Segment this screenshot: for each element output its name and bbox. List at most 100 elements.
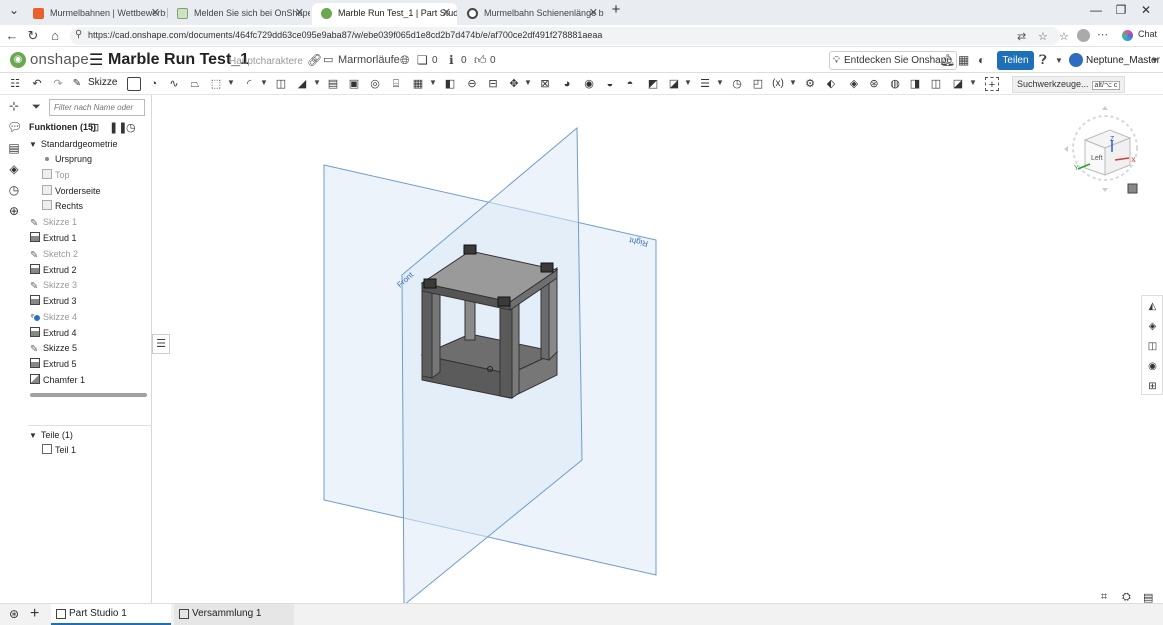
plane-icon[interactable]: ◩: [646, 77, 660, 91]
rollback-bar[interactable]: [30, 393, 147, 397]
link-icon[interactable]: 🔗︎: [307, 53, 322, 67]
document-title[interactable]: Marble Run Test_1: [108, 51, 249, 69]
new-folder-icon[interactable]: ⊡: [90, 121, 99, 134]
parts-group[interactable]: ▼ Teile (1): [29, 428, 73, 442]
browser-tab-2[interactable]: Marble Run Test_1 | Part Studio 1 ✕: [312, 3, 457, 25]
redo-icon[interactable]: ↷: [51, 77, 65, 91]
onshape-logo-text[interactable]: onshape: [30, 51, 89, 68]
default-geometry-group[interactable]: ▼ Standardgeometrie: [29, 137, 117, 151]
reload-icon[interactable]: ↻: [25, 28, 41, 44]
feature-item[interactable]: Ursprung: [42, 152, 92, 166]
bookmark-star-icon[interactable]: ☆: [1038, 30, 1048, 43]
help-dropdown-icon[interactable]: ▼: [1055, 56, 1063, 65]
dropdown-caret-icon[interactable]: ▼: [524, 78, 532, 87]
globe-icon[interactable]: 🌐︎: [400, 53, 410, 68]
hamburger-menu-icon[interactable]: ☰: [89, 50, 103, 70]
notifications-bell-icon[interactable]: 🔔︎: [940, 53, 955, 67]
section-icon[interactable]: ◰: [751, 77, 765, 91]
custom-feature-icon[interactable]: +: [985, 77, 999, 91]
app-store-icon[interactable]: ▦: [958, 53, 969, 67]
fillet-icon[interactable]: ◜: [242, 77, 256, 91]
derived-icon[interactable]: ⚙: [803, 77, 817, 91]
extrude-icon[interactable]: [127, 77, 141, 91]
feature-item[interactable]: Extrud 4: [30, 326, 77, 340]
dropdown-caret-icon[interactable]: ▼: [684, 78, 692, 87]
copilot-icon[interactable]: [1122, 30, 1133, 41]
appearance-icon[interactable]: ◈: [7, 162, 21, 176]
rotate-up-icon[interactable]: [1102, 106, 1108, 110]
dropdown-caret-icon[interactable]: ▼: [260, 78, 268, 87]
user-dropdown-icon[interactable]: ▼: [1151, 56, 1159, 65]
feature-item[interactable]: Extrud 3: [30, 294, 77, 308]
feature-item[interactable]: Extrud 1: [30, 231, 77, 245]
filter-icon[interactable]: ⏷: [32, 101, 41, 114]
part-item[interactable]: Teil 1: [42, 443, 76, 457]
pause-icon[interactable]: ❚❚: [109, 121, 127, 134]
sketch-button[interactable]: Skizze: [88, 77, 117, 88]
feature-item[interactable]: Extrud 5: [30, 357, 77, 371]
avatar[interactable]: [1069, 53, 1083, 67]
offset-surface-icon[interactable]: ◓: [623, 77, 637, 91]
more-menu-icon[interactable]: ⋯: [1097, 28, 1108, 41]
feature-item[interactable]: Chamfer 1: [30, 373, 85, 387]
minimize-window-icon[interactable]: —: [1086, 3, 1106, 17]
dropdown-caret-icon[interactable]: ▼: [789, 78, 797, 87]
transform-icon[interactable]: ✥: [507, 77, 521, 91]
add-tab-icon[interactable]: +: [30, 605, 39, 623]
close-window-icon[interactable]: ✕: [1136, 3, 1156, 17]
delete-part-icon[interactable]: ⊠: [538, 77, 552, 91]
draft-icon[interactable]: ◢: [295, 77, 309, 91]
chevron-down-icon[interactable]: ▼: [29, 140, 37, 149]
tab-list-icon[interactable]: ⌄: [4, 3, 24, 17]
favorites-icon[interactable]: ☆: [1059, 30, 1069, 43]
feature-item[interactable]: ✎ Skizze 1: [30, 215, 77, 229]
close-tab-icon[interactable]: ✕: [151, 3, 160, 23]
chat-button[interactable]: Chat: [1138, 29, 1157, 39]
timer-icon[interactable]: ◷: [126, 121, 136, 134]
surface-icon[interactable]: ◨: [908, 77, 922, 91]
composite-icon[interactable]: ◈: [847, 77, 861, 91]
branch-name[interactable]: Hauptcharaktere: [229, 56, 303, 67]
tab-assembly[interactable]: Versammlung 1: [174, 604, 294, 625]
feature-item[interactable]: Rechts: [42, 199, 83, 213]
measure-icon[interactable]: ◷: [730, 77, 744, 91]
feature-filter-input[interactable]: [49, 99, 145, 116]
undo-icon[interactable]: ↶: [30, 77, 44, 91]
folder-name[interactable]: Marmorläufe: [338, 54, 400, 66]
rotate-down-icon[interactable]: [1102, 188, 1108, 192]
dropdown-caret-icon[interactable]: ▼: [969, 78, 977, 87]
move-face-icon[interactable]: ◉: [582, 77, 596, 91]
mass-properties-icon[interactable]: ◉: [1146, 360, 1159, 373]
hole-icon[interactable]: ▣: [347, 77, 361, 91]
mirror-icon[interactable]: ◧: [443, 77, 457, 91]
loft-icon[interactable]: ⏢: [188, 77, 202, 91]
feature-item[interactable]: ✎ Sketch 2: [30, 247, 78, 261]
search-tools-button[interactable]: Suchwerkzeuge... alt/⌥ c: [1012, 76, 1126, 93]
dropdown-caret-icon[interactable]: ▼: [716, 78, 724, 87]
sweep-icon[interactable]: ∿: [167, 77, 181, 91]
custom-table-icon[interactable]: ⊞: [1146, 380, 1159, 393]
feature-item[interactable]: Top: [42, 168, 70, 182]
browser-tab-3[interactable]: Murmelbahn Schienenlänge bered ✕: [458, 3, 604, 25]
feature-item[interactable]: Vorderseite: [42, 184, 101, 198]
mate-connector-icon[interactable]: ◪: [667, 77, 681, 91]
shell-icon[interactable]: ◫: [274, 77, 288, 91]
comments-icon[interactable]: 💬︎: [7, 120, 22, 134]
browser-tab-1[interactable]: Melden Sie sich bei OnShape an ✕: [168, 3, 310, 25]
rotate-left-icon[interactable]: [1064, 146, 1068, 152]
home-icon[interactable]: ⌂: [47, 28, 63, 44]
tab-manager-icon[interactable]: ⊛: [9, 607, 19, 621]
curve-icon[interactable]: ◍: [888, 77, 902, 91]
feature-item[interactable]: Extrud 2: [30, 263, 77, 277]
dropdown-caret-icon[interactable]: ▼: [313, 78, 321, 87]
pattern-icon[interactable]: ▦: [411, 77, 425, 91]
boolean-icon[interactable]: ⊖: [465, 77, 479, 91]
feature-item[interactable]: ✎ Skizze 5: [30, 341, 77, 355]
close-tab-icon[interactable]: ✕: [442, 3, 451, 23]
view-options-icon[interactable]: [1127, 183, 1138, 194]
appearance-panel-icon[interactable]: ◭: [1146, 300, 1159, 313]
site-info-icon[interactable]: ⚲: [75, 29, 82, 40]
parts-panel-icon[interactable]: ◈: [1146, 320, 1159, 333]
tab-part-studio[interactable]: Part Studio 1: [51, 604, 171, 625]
split-icon[interactable]: ⊟: [486, 77, 500, 91]
